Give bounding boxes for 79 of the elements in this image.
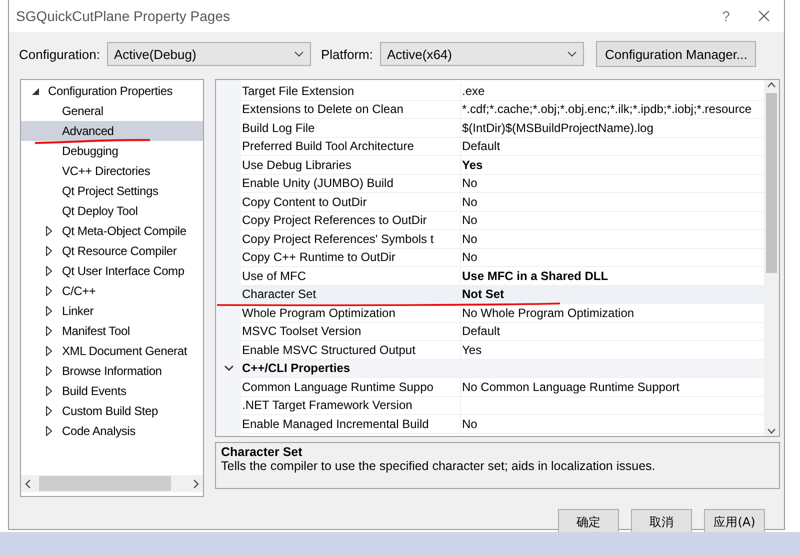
collapsed-arrow-icon[interactable] bbox=[46, 426, 52, 436]
property-name[interactable]: Enable Managed Incremental Build bbox=[241, 415, 461, 434]
tree-item[interactable]: C/C++ bbox=[21, 281, 203, 301]
property-value[interactable]: Not Set bbox=[461, 286, 764, 304]
tree-item[interactable]: Qt User Interface Comp bbox=[21, 261, 203, 281]
collapsed-arrow-icon[interactable] bbox=[46, 266, 52, 276]
tree-item[interactable]: Debugging bbox=[21, 141, 203, 161]
platform-label: Platform: bbox=[320, 46, 373, 62]
description-title: Character Set bbox=[221, 445, 304, 459]
property-value[interactable]: No Whole Program Optimization bbox=[461, 304, 764, 322]
collapsed-arrow-icon[interactable] bbox=[46, 346, 52, 356]
property-name[interactable]: Common Language Runtime Suppo bbox=[241, 378, 461, 396]
tree-item[interactable]: Advanced bbox=[21, 121, 203, 141]
property-value[interactable]: Yes bbox=[461, 156, 764, 174]
caret-icon bbox=[566, 51, 577, 57]
property-value[interactable]: Default bbox=[461, 322, 764, 341]
tree-item[interactable]: Browse Information bbox=[21, 361, 203, 381]
property-name[interactable]: .NET Target Framework Version bbox=[241, 396, 461, 415]
property-name[interactable]: Enable Unity (JUMBO) Build bbox=[241, 174, 461, 193]
property-value[interactable]: No bbox=[461, 193, 764, 212]
property-value[interactable]: No Common Language Runtime Support bbox=[461, 378, 764, 396]
property-name[interactable]: Target File Extension bbox=[241, 82, 461, 100]
category-header[interactable]: C++/CLI Properties bbox=[241, 360, 764, 378]
collapsed-arrow-icon[interactable] bbox=[46, 386, 52, 396]
scroll-down-icon[interactable] bbox=[766, 426, 777, 436]
property-value[interactable]: $(IntDir)$(MSBuildProjectName).log bbox=[461, 119, 764, 138]
tree-item[interactable]: Build Events bbox=[21, 381, 203, 401]
property-value[interactable]: No bbox=[461, 212, 764, 230]
tree-item[interactable]: VC++ Directories bbox=[21, 161, 203, 181]
property-name[interactable]: Preferred Build Tool Architecture bbox=[241, 138, 461, 156]
chevron-icon[interactable] bbox=[224, 365, 234, 372]
property-value[interactable]: *.cdf;*.cache;*.obj;*.obj.enc;*.ilk;*.ipdb;*.iobj;*.resource bbox=[461, 100, 764, 119]
tree-item[interactable]: Configuration Properties bbox=[21, 81, 203, 101]
tree-item[interactable]: Custom Build Step bbox=[21, 401, 203, 421]
tree-item[interactable]: Qt Project Settings bbox=[21, 181, 203, 201]
collapsed-arrow-icon[interactable] bbox=[46, 306, 52, 316]
collapsed-arrow-icon[interactable] bbox=[46, 366, 52, 376]
property-name[interactable]: Whole Program Optimization bbox=[241, 304, 461, 322]
window-title: SGQuickCutPlane Property Pages bbox=[16, 8, 231, 24]
property-value[interactable]: No bbox=[461, 174, 764, 193]
property-name[interactable]: Use Debug Libraries bbox=[241, 156, 461, 174]
scrollbar-thumb[interactable] bbox=[766, 93, 777, 273]
caret-icon bbox=[294, 51, 304, 57]
property-value[interactable]: Default bbox=[461, 138, 764, 156]
tree-item[interactable]: Qt Deploy Tool bbox=[21, 201, 203, 221]
configuration-label: Configuration: bbox=[19, 46, 100, 62]
description-text: Tells the compiler to use the specified character set; aids in localization issues. bbox=[221, 459, 656, 473]
collapsed-arrow-icon[interactable] bbox=[46, 406, 52, 416]
configuration-dropdown[interactable]: Active(Debug) bbox=[106, 42, 311, 66]
close-icon[interactable] bbox=[758, 10, 770, 22]
tree-item[interactable]: General bbox=[21, 101, 203, 121]
scrollbar-thumb[interactable] bbox=[39, 476, 171, 491]
property-name[interactable]: Copy Project References' Symbols t bbox=[241, 230, 461, 248]
property-name[interactable]: Character Set bbox=[241, 286, 461, 304]
platform-dropdown[interactable]: Active(x64) bbox=[380, 42, 584, 66]
property-name[interactable]: Copy Content to OutDir bbox=[241, 193, 461, 212]
property-name[interactable]: Copy C++ Runtime to OutDir bbox=[241, 248, 461, 267]
configuration-manager-button[interactable]: Configuration Manager... bbox=[596, 41, 756, 67]
property-name[interactable]: Extensions to Delete on Clean bbox=[241, 100, 461, 119]
property-value[interactable]: No bbox=[461, 230, 764, 248]
tree-item[interactable]: Linker bbox=[21, 301, 203, 321]
help-button[interactable]: ? bbox=[706, 8, 746, 24]
property-value[interactable]: No bbox=[461, 415, 764, 434]
property-name[interactable]: Copy Project References to OutDir bbox=[241, 212, 461, 230]
property-value[interactable]: No bbox=[461, 248, 764, 267]
property-name[interactable]: MSVC Toolset Version bbox=[241, 322, 461, 341]
tree-item[interactable]: XML Document Generat bbox=[21, 341, 203, 361]
tree-item[interactable]: Manifest Tool bbox=[21, 321, 203, 341]
tree-item[interactable]: Qt Meta-Object Compile bbox=[21, 221, 203, 241]
collapsed-arrow-icon[interactable] bbox=[46, 246, 52, 256]
tree-item[interactable]: Qt Resource Compiler bbox=[21, 241, 203, 261]
property-name[interactable]: Build Log File bbox=[241, 119, 461, 138]
collapsed-arrow-icon[interactable] bbox=[46, 326, 52, 336]
collapsed-arrow-icon[interactable] bbox=[46, 286, 52, 296]
tree-item[interactable]: Code Analysis bbox=[21, 421, 203, 441]
property-value[interactable]: .exe bbox=[461, 82, 764, 100]
scroll-up-icon[interactable] bbox=[766, 80, 777, 90]
collapsed-arrow-icon[interactable] bbox=[46, 226, 52, 236]
expanded-arrow-icon[interactable] bbox=[32, 88, 38, 94]
